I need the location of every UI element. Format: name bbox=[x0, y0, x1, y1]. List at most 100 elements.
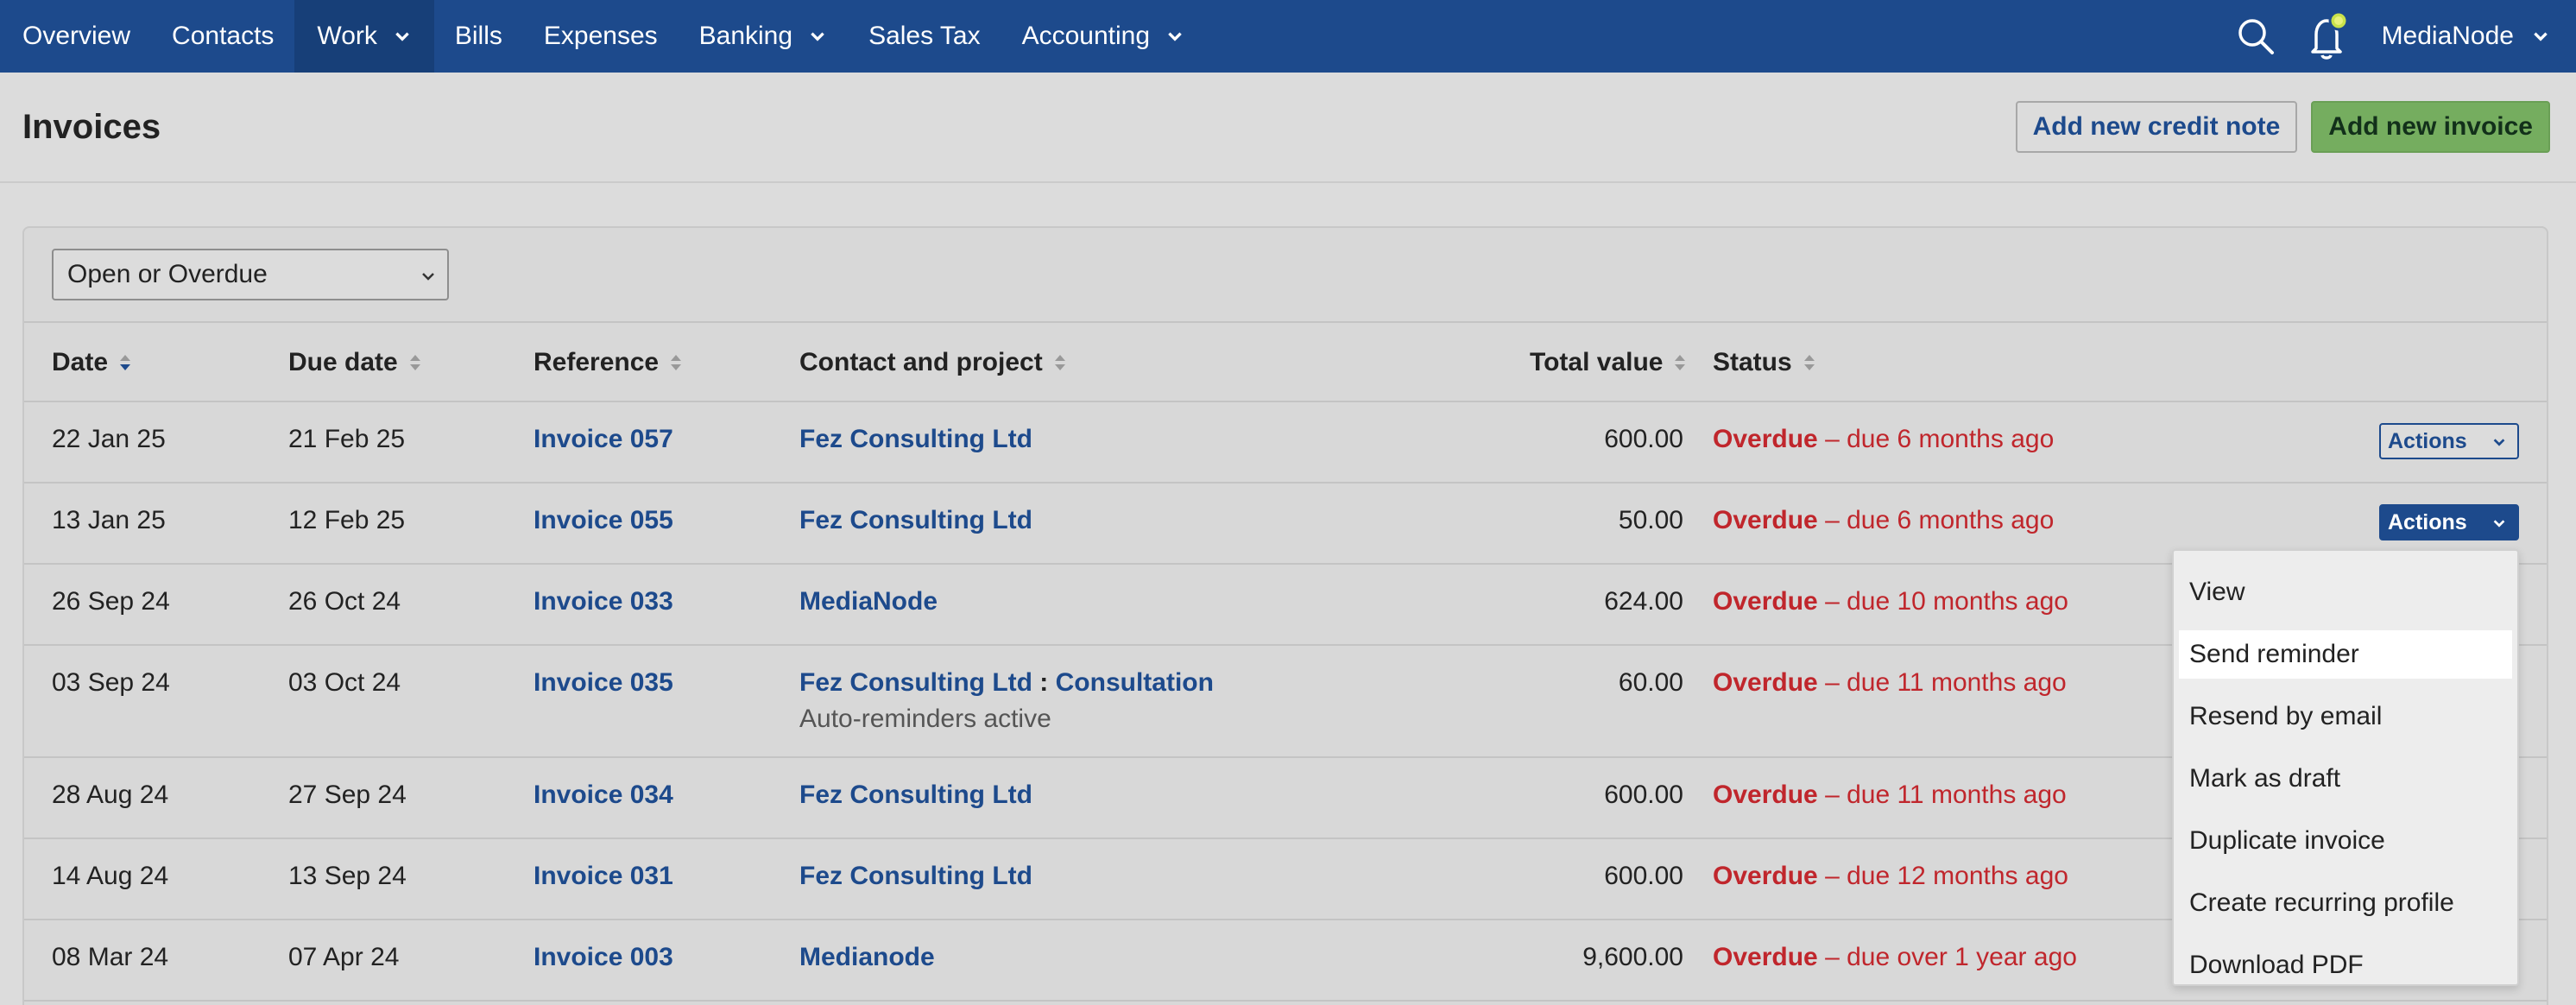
nav-banking[interactable]: Banking bbox=[679, 0, 848, 73]
table-row[interactable]: 14 Aug 24 13 Sep 24 Invoice 031 Fez Cons… bbox=[24, 839, 2547, 920]
column-header-contact[interactable]: Contact and project bbox=[799, 323, 1067, 402]
nav-overview-label: Overview bbox=[22, 22, 131, 50]
add-credit-note-button[interactable]: Add new credit note bbox=[2015, 101, 2298, 153]
table-row[interactable]: 28 Aug 24 27 Sep 24 Invoice 034 Fez Cons… bbox=[24, 758, 2547, 839]
nav-expenses-label: Expenses bbox=[543, 22, 658, 50]
row-status: Overdue – due 11 months ago bbox=[1713, 781, 2067, 810]
menu-item-duplicate[interactable]: Duplicate invoice bbox=[2174, 810, 2517, 872]
row-date: 03 Sep 24 bbox=[52, 668, 170, 697]
status-filter-select[interactable]: Open or Overdue bbox=[52, 249, 449, 300]
invoice-reference-link[interactable]: Invoice 033 bbox=[534, 587, 673, 616]
status-due-text: – due 11 months ago bbox=[1825, 781, 2067, 809]
menu-item-recurring-profile[interactable]: Create recurring profile bbox=[2174, 872, 2517, 934]
status-filter-value: Open or Overdue bbox=[67, 260, 268, 288]
invoices-panel: Open or Overdue Date Due date Reference … bbox=[22, 226, 2548, 1005]
nav-accounting[interactable]: Accounting bbox=[1001, 0, 1205, 73]
invoice-reference-link[interactable]: Invoice 003 bbox=[534, 943, 673, 972]
row-status: Overdue – due 12 months ago bbox=[1713, 862, 2068, 891]
status-overdue-label: Overdue bbox=[1713, 506, 1818, 534]
contact-link[interactable]: Medianode bbox=[799, 943, 935, 972]
menu-item-view[interactable]: View bbox=[2174, 561, 2517, 623]
row-status: Overdue – due over 1 year ago bbox=[1713, 943, 2077, 972]
column-header-date[interactable]: Date bbox=[52, 323, 132, 402]
chevron-down-icon bbox=[811, 32, 824, 41]
status-due-text: – due 6 months ago bbox=[1825, 425, 2055, 453]
header-actions: Add new credit note Add new invoice bbox=[2015, 101, 2550, 153]
status-overdue-label: Overdue bbox=[1713, 668, 1818, 697]
column-header-due-date-label: Due date bbox=[288, 348, 398, 376]
table-row[interactable]: 22 Jan 25 21 Feb 25 Invoice 057 Fez Cons… bbox=[24, 402, 2547, 484]
row-total: 60.00 bbox=[1618, 668, 1683, 697]
nav-sales-tax[interactable]: Sales Tax bbox=[848, 0, 1001, 73]
menu-item-send-reminder[interactable]: Send reminder bbox=[2179, 630, 2512, 679]
contact-link[interactable]: Fez Consulting Ltd bbox=[799, 425, 1032, 454]
table-row[interactable]: 26 Sep 24 26 Oct 24 Invoice 033 MediaNod… bbox=[24, 565, 2547, 646]
column-header-status-label: Status bbox=[1713, 348, 1792, 376]
row-status: Overdue – due 10 months ago bbox=[1713, 587, 2068, 616]
invoice-reference-link[interactable]: Invoice 034 bbox=[534, 781, 673, 810]
contact-link[interactable]: MediaNode bbox=[799, 587, 938, 616]
invoice-reference-link[interactable]: Invoice 057 bbox=[534, 425, 673, 454]
invoice-reference-link[interactable]: Invoice 031 bbox=[534, 862, 673, 891]
add-invoice-button[interactable]: Add new invoice bbox=[2311, 101, 2550, 153]
notifications-button[interactable] bbox=[2292, 0, 2364, 73]
user-menu[interactable]: MediaNode bbox=[2364, 0, 2576, 73]
menu-item-download-pdf[interactable]: Download PDF bbox=[2174, 934, 2517, 996]
column-header-reference[interactable]: Reference bbox=[534, 323, 683, 402]
nav-contacts[interactable]: Contacts bbox=[151, 0, 294, 73]
nav-work-label: Work bbox=[317, 22, 377, 50]
sort-icon bbox=[671, 355, 682, 370]
row-date: 08 Mar 24 bbox=[52, 943, 169, 971]
column-header-due-date[interactable]: Due date bbox=[288, 323, 422, 402]
column-header-total-label: Total value bbox=[1530, 348, 1664, 376]
row-due-date: 13 Sep 24 bbox=[288, 862, 407, 890]
row-due-date: 27 Sep 24 bbox=[288, 781, 407, 809]
chevron-down-icon bbox=[422, 273, 434, 281]
row-total: 50.00 bbox=[1618, 506, 1683, 534]
actions-button[interactable]: Actions bbox=[2379, 423, 2519, 459]
actions-button-label: Actions bbox=[2388, 509, 2467, 534]
column-header-status[interactable]: Status bbox=[1713, 323, 1816, 402]
sort-icon bbox=[1054, 355, 1065, 370]
column-header-contact-label: Contact and project bbox=[799, 348, 1043, 376]
table-row[interactable]: 03 Sep 24 03 Oct 24 Invoice 035 Fez Cons… bbox=[24, 646, 2547, 758]
status-due-text: – due 6 months ago bbox=[1825, 506, 2055, 534]
chevron-down-icon bbox=[395, 32, 409, 41]
nav-expenses[interactable]: Expenses bbox=[523, 0, 679, 73]
page-header: Invoices Add new credit note Add new inv… bbox=[0, 73, 2576, 183]
chevron-down-icon bbox=[2493, 520, 2505, 528]
actions-button-open[interactable]: Actions bbox=[2379, 504, 2519, 540]
status-overdue-label: Overdue bbox=[1713, 943, 1818, 971]
page-title: Invoices bbox=[22, 107, 161, 146]
row-date: 14 Aug 24 bbox=[52, 862, 169, 890]
row-total: 600.00 bbox=[1604, 425, 1683, 453]
project-link[interactable]: Consultation bbox=[1056, 668, 1214, 697]
invoice-reference-link[interactable]: Invoice 035 bbox=[534, 668, 673, 698]
column-header-total[interactable]: Total value bbox=[1530, 323, 1687, 402]
invoice-reference-link[interactable]: Invoice 055 bbox=[534, 506, 673, 535]
row-due-date: 12 Feb 25 bbox=[288, 506, 406, 534]
row-date: 28 Aug 24 bbox=[52, 781, 169, 809]
status-overdue-label: Overdue bbox=[1713, 781, 1818, 809]
actions-button-label: Actions bbox=[2388, 428, 2467, 453]
status-due-text: – due 12 months ago bbox=[1825, 862, 2068, 890]
nav-bills[interactable]: Bills bbox=[434, 0, 523, 73]
menu-item-resend-email[interactable]: Resend by email bbox=[2174, 686, 2517, 748]
table-row[interactable]: 13 Jan 25 12 Feb 25 Invoice 055 Fez Cons… bbox=[24, 484, 2547, 565]
nav-accounting-label: Accounting bbox=[1021, 22, 1151, 50]
table-header: Date Due date Reference Contact and proj… bbox=[24, 323, 2547, 402]
nav-work[interactable]: Work bbox=[294, 0, 434, 73]
filter-bar: Open or Overdue bbox=[24, 228, 2547, 323]
contact-link[interactable]: Fez Consulting Ltd bbox=[799, 506, 1032, 535]
auto-reminders-note: Auto-reminders active bbox=[799, 705, 1051, 733]
contact-link[interactable]: Fez Consulting Ltd bbox=[799, 862, 1032, 891]
search-icon bbox=[2238, 19, 2274, 54]
contact-link[interactable]: Fez Consulting Ltd bbox=[799, 781, 1032, 810]
contact-link[interactable]: Fez Consulting Ltd bbox=[799, 668, 1032, 697]
menu-item-mark-draft[interactable]: Mark as draft bbox=[2174, 748, 2517, 810]
search-button[interactable] bbox=[2219, 0, 2292, 73]
table-row[interactable]: 08 Mar 24 07 Apr 24 Invoice 003 Medianod… bbox=[24, 920, 2547, 1002]
chevron-down-icon bbox=[2493, 439, 2505, 446]
status-due-text: – due over 1 year ago bbox=[1825, 943, 2077, 971]
nav-overview[interactable]: Overview bbox=[0, 0, 151, 73]
